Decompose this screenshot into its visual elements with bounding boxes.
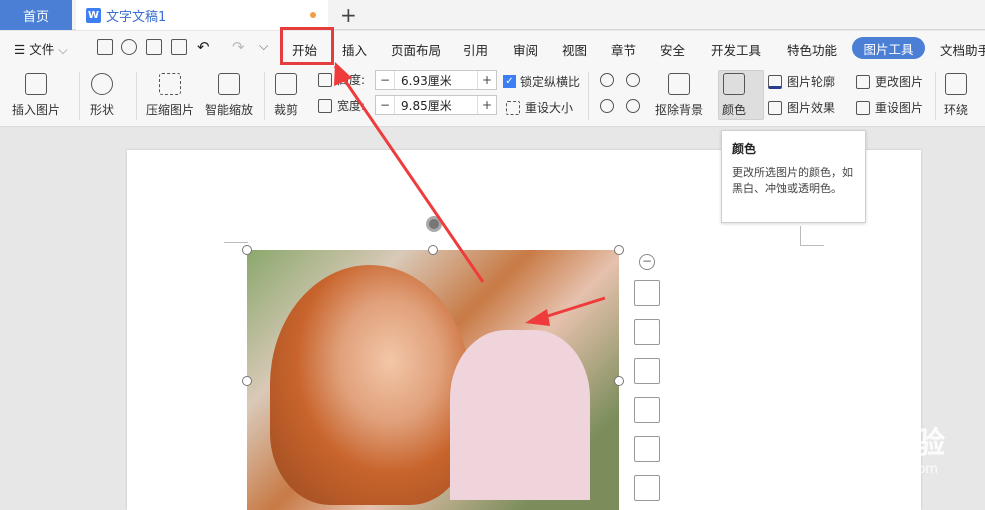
tooltip-description: 更改所选图片的颜色，如黑白、冲蚀或透明色。 [732, 166, 853, 195]
annotation-arrow-line [333, 65, 485, 283]
watermark-url: jingyan.baidu.com [818, 462, 938, 477]
color-tooltip: 颜色 更改所选图片的颜色，如黑白、冲蚀或透明色。 [721, 130, 866, 223]
baidu-watermark: Bai du 经验 [760, 426, 947, 461]
annotation-arrowhead [334, 62, 352, 86]
annotation-arrowhead [525, 309, 550, 326]
tooltip-title: 颜色 [732, 142, 757, 156]
